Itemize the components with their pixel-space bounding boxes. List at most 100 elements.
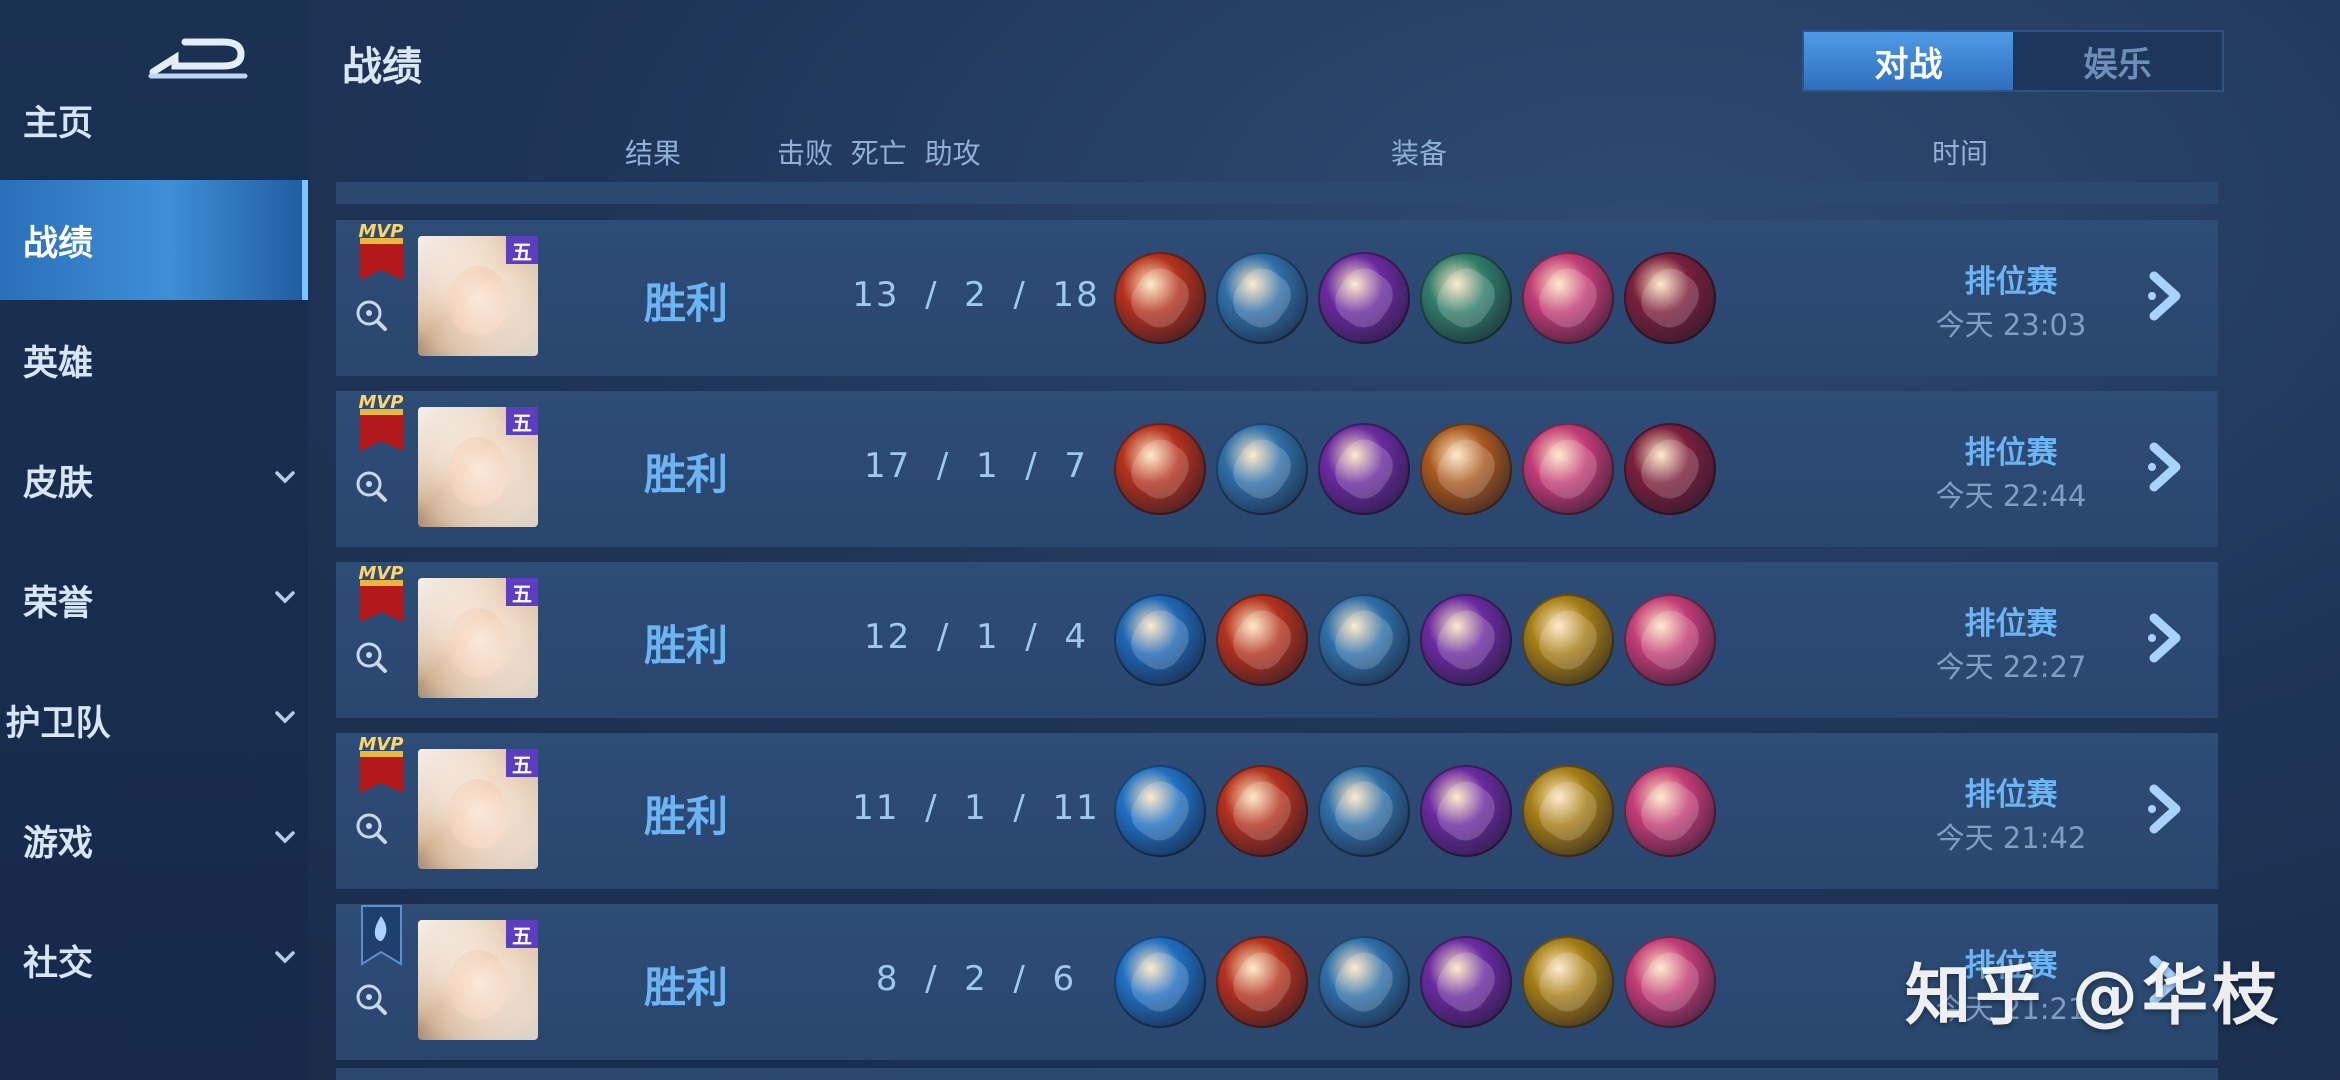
column-header-result: 结果 — [625, 137, 682, 170]
red-axe-icon — [1216, 936, 1308, 1028]
sidebar-item-4[interactable]: 荣誉 — [0, 540, 308, 660]
match-row[interactable]: MVP 五胜利 12 / 1 / 4 排位赛 今天 22:27 — [336, 562, 2218, 718]
table-row-partial — [336, 182, 2218, 204]
blue-orb-icon — [1216, 252, 1308, 344]
chevron-down-icon — [275, 591, 295, 604]
chevron-down-icon — [275, 951, 295, 964]
match-mode: 排位赛 — [1964, 264, 2058, 300]
mvp-badge-icon: MVP — [358, 563, 404, 622]
replay-icon[interactable] — [354, 640, 388, 674]
rank-tier-badge: 五 — [506, 407, 538, 435]
sidebar-item-label: 战绩 — [22, 223, 93, 264]
rank-tier-badge: 五 — [506, 920, 538, 948]
chevron-right-icon[interactable] — [2136, 608, 2196, 668]
sidebar-item-1[interactable]: 战绩 — [0, 180, 308, 300]
chevron-down-icon — [275, 831, 295, 844]
chevron-down-icon — [275, 711, 295, 724]
blue-orb-icon — [1318, 936, 1410, 1028]
sidebar-item-6[interactable]: 游戏 — [0, 780, 308, 900]
column-header-kda: 击败 死亡 助攻 — [777, 137, 981, 170]
pink-book-icon — [1522, 252, 1614, 344]
svg-text:MVP: MVP — [358, 563, 403, 584]
purple-spear-icon — [1420, 594, 1512, 686]
svg-text:MVP: MVP — [358, 734, 403, 755]
tab-entertainment[interactable]: 娱乐 — [2013, 32, 2222, 90]
watermark: 知乎 @华枝 — [1905, 957, 2282, 1034]
chevron-right-icon[interactable] — [2136, 779, 2196, 839]
sidebar-item-label: 荣誉 — [22, 583, 93, 624]
gold-boots-icon — [1522, 594, 1614, 686]
svg-text:MVP: MVP — [358, 392, 403, 413]
pink-book-icon — [1522, 423, 1614, 515]
chevron-down-icon — [275, 471, 295, 484]
rank-tier-badge: 五 — [506, 236, 538, 264]
match-time: 今天 22:44 — [1935, 479, 2087, 513]
blue-staff-icon — [1114, 765, 1206, 857]
sidebar-item-label: 社交 — [22, 943, 93, 984]
sidebar-item-label: 游戏 — [22, 823, 93, 864]
blue-sword-icon — [1114, 594, 1206, 686]
match-row[interactable]: MVP 五胜利 17 / 1 / 7 排位赛 今天 22:44 — [336, 391, 2218, 547]
column-header-time: 时间 — [1932, 137, 1989, 170]
mvp-badge-icon: MVP — [358, 734, 404, 793]
sidebar-item-2[interactable]: 英雄 — [0, 300, 308, 420]
sidebar-item-7[interactable]: 社交 — [0, 900, 308, 1020]
sidebar-item-label: 英雄 — [22, 343, 93, 384]
purple-spear-icon — [1318, 423, 1410, 515]
purple-spear-icon — [1420, 765, 1512, 857]
gold-boots-icon — [1522, 936, 1614, 1028]
page-title: 战绩 — [342, 44, 422, 90]
item-list — [1114, 594, 1716, 686]
pink-book-icon — [1624, 936, 1716, 1028]
match-time: 今天 21:42 — [1935, 821, 2087, 855]
item-list — [1114, 423, 1716, 515]
red-axe-icon — [1216, 765, 1308, 857]
orange-boots-icon — [1420, 423, 1512, 515]
match-time: 今天 22:27 — [1935, 650, 2087, 684]
pink-book-icon — [1624, 765, 1716, 857]
blue-orb-icon — [1318, 765, 1410, 857]
gold-boots-icon — [1522, 765, 1614, 857]
sidebar-item-label: 护卫队 — [5, 703, 111, 744]
replay-icon[interactable] — [354, 298, 388, 332]
column-header-items: 装备 — [1391, 137, 1448, 170]
sidebar-item-0[interactable]: 主页 — [0, 60, 308, 180]
sidebar-item-3[interactable]: 皮肤 — [0, 420, 308, 540]
sidebar-item-5[interactable]: 护卫队 — [0, 660, 308, 780]
match-row[interactable]: MVP 五胜利 13 / 2 / 18 排位赛 今天 23:03 — [336, 220, 2218, 376]
table-row-partial — [336, 1068, 2218, 1080]
flame-banner-icon — [361, 905, 402, 966]
mvp-badge-icon: MVP — [358, 221, 404, 280]
chevron-right-icon[interactable] — [2136, 266, 2196, 326]
item-list — [1114, 936, 1716, 1028]
purple-spear-icon — [1318, 252, 1410, 344]
blue-orb-icon — [1216, 423, 1308, 515]
rank-tier-badge: 五 — [506, 749, 538, 777]
replay-icon[interactable] — [354, 811, 388, 845]
sidebar: 主页战绩英雄皮肤荣誉护卫队游戏社交 — [0, 0, 308, 1080]
chevron-right-icon[interactable] — [2136, 437, 2196, 497]
item-list — [1114, 252, 1716, 344]
rank-tier-badge: 五 — [506, 578, 538, 606]
item-list — [1114, 765, 1716, 857]
purple-spear-icon — [1420, 936, 1512, 1028]
sidebar-item-label: 主页 — [22, 103, 93, 144]
blue-staff-icon — [1114, 936, 1206, 1028]
sidebar-item-label: 皮肤 — [22, 463, 93, 504]
replay-icon[interactable] — [354, 469, 388, 503]
pink-book-icon — [1624, 594, 1716, 686]
purple-hat-icon — [1624, 423, 1716, 515]
red-axe-icon — [1216, 594, 1308, 686]
red-axe-icon — [1114, 423, 1206, 515]
match-mode: 排位赛 — [1964, 777, 2058, 813]
red-axe-icon — [1114, 252, 1206, 344]
svg-text:MVP: MVP — [358, 221, 403, 242]
green-boots-icon — [1420, 252, 1512, 344]
replay-icon[interactable] — [354, 982, 388, 1016]
purple-hat-icon — [1624, 252, 1716, 344]
match-mode: 排位赛 — [1964, 435, 2058, 471]
match-row[interactable]: MVP 五胜利 11 / 1 / 11 排位赛 今天 21:42 — [336, 733, 2218, 889]
match-mode: 排位赛 — [1964, 606, 2058, 642]
tab-battle[interactable]: 对战 — [1804, 32, 2013, 90]
mode-tabs: 对战 娱乐 — [1802, 30, 2224, 92]
